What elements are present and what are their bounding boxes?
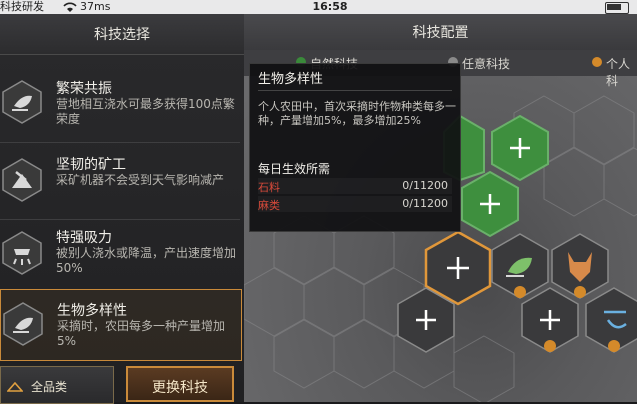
latency-label: 37ms [80, 0, 111, 13]
biodiversity-tech-node[interactable] [491, 233, 549, 299]
carrier-label: 科技研发 [0, 0, 44, 13]
category-filter-button[interactable]: 全品类 [0, 366, 114, 404]
requirement-title: 每日生效所需 [258, 162, 331, 176]
category-filter-label: 全品类 [31, 380, 68, 394]
natural-tech-slot[interactable] [491, 114, 549, 182]
requirement-name: 麻类 [258, 199, 280, 212]
skill-desc: 被别人浇水或降温，产出速度增加50% [56, 246, 237, 275]
swap-tech-button[interactable]: 更换科技 [126, 366, 234, 402]
right-panel-header: 科技配置 [244, 14, 637, 50]
skill-name: 坚韧的矿工 [56, 157, 126, 173]
leaf-hand-icon [3, 302, 43, 346]
sprinkler-tech-node[interactable] [585, 287, 637, 353]
swap-tech-label: 更换科技 [152, 380, 208, 396]
clock: 16:58 [312, 0, 348, 13]
divider [0, 219, 240, 220]
skill-item-fanrong[interactable]: 繁荣共振 营地相互浇水可最多获得100点繁荣度 [0, 64, 240, 140]
skill-desc: 营地相互浇水可最多获得100点繁荣度 [56, 97, 235, 126]
sprinkler-icon [2, 231, 42, 275]
personal-tech-dot [592, 57, 602, 67]
leaf-hand-icon [2, 80, 42, 124]
tooltip-title: 生物多样性 [258, 72, 324, 87]
mining-icon [2, 158, 42, 202]
requirement-value: 0/11200 [402, 197, 448, 210]
divider [258, 90, 452, 91]
fox-tech-node[interactable] [551, 233, 609, 299]
skill-item-suction[interactable]: 特强吸力 被别人浇水或降温，产出速度增加50% [0, 221, 240, 287]
tooltip-desc: 个人农田中，首次采摘时作物种类每多一种，产量增加5%，最多增加25% [258, 100, 456, 127]
left-panel-title: 科技选择 [94, 27, 150, 43]
skill-item-miner[interactable]: 坚韧的矿工 采矿机器不会受到天气影响减产 [0, 144, 240, 218]
right-panel-title: 科技配置 [412, 25, 469, 41]
skill-name: 生物多样性 [57, 303, 127, 319]
requirement-name: 石料 [258, 181, 280, 194]
skill-name: 特强吸力 [56, 230, 112, 246]
triangle-up-icon [7, 382, 23, 392]
empty-tech-slot[interactable] [521, 287, 579, 353]
natural-tech-slot[interactable] [461, 170, 519, 238]
skill-desc: 采矿机器不会受到天气影响减产 [56, 173, 225, 187]
legend-any[interactable]: 任意科技 [462, 55, 510, 72]
battery-icon [605, 2, 629, 14]
requirement-row: 麻类 0/11200 [258, 196, 452, 212]
skill-desc: 采摘时，农田每多一种产量增加5% [57, 319, 226, 348]
requirement-value: 0/11200 [402, 179, 448, 192]
tech-tooltip: 生物多样性 个人农田中，首次采摘时作物种类每多一种，产量增加5%，最多增加25%… [249, 63, 461, 232]
skill-item-biodiversity[interactable]: 生物多样性 采摘时，农田每多一种产量增加5% [0, 289, 242, 361]
requirement-row: 石料 0/11200 [258, 178, 452, 194]
status-bar: 科技研发 37ms 16:58 [0, 0, 637, 14]
left-panel-header: 科技选择 [0, 14, 244, 55]
wifi-icon [63, 2, 77, 12]
divider [0, 142, 240, 143]
skill-name: 繁荣共振 [56, 81, 112, 97]
